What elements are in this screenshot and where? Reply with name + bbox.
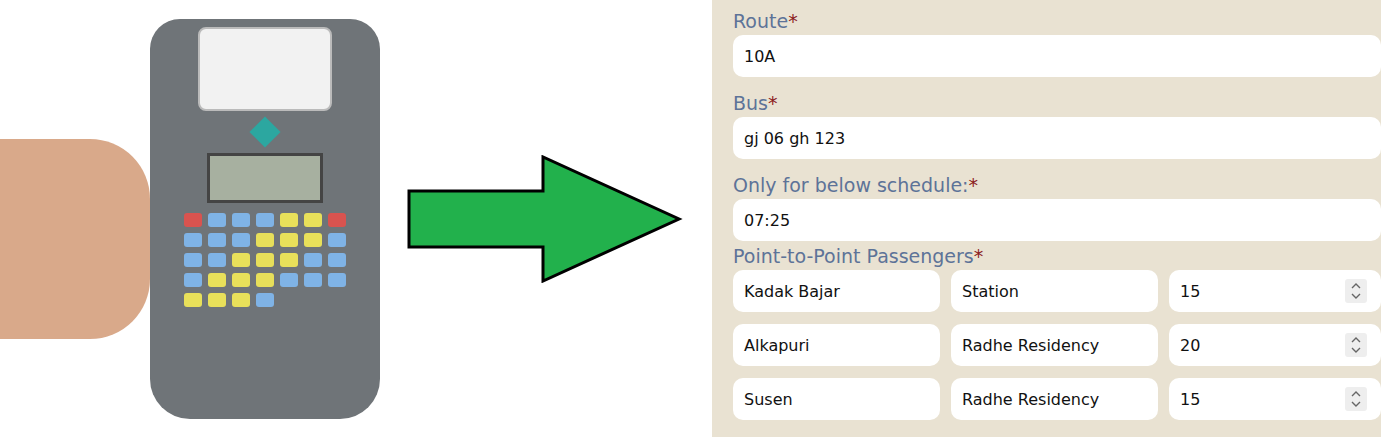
ticket-machine (150, 19, 380, 419)
passenger-row: Susen Radhe Residency 15 (733, 378, 1381, 420)
field-label: Bus* (733, 90, 1381, 117)
key (232, 253, 250, 267)
key (256, 293, 274, 307)
key (280, 273, 298, 287)
key (184, 233, 202, 247)
from-field[interactable]: Kadak Bajar (733, 270, 940, 312)
key (232, 273, 250, 287)
field-label: Point-to-Point Passengers* (733, 243, 1381, 270)
key (184, 273, 202, 287)
count-field[interactable]: 20 (1169, 324, 1381, 366)
text-field[interactable]: 10A (733, 35, 1381, 77)
count-field[interactable]: 15 (1169, 378, 1381, 420)
to-field[interactable]: Radhe Residency (951, 378, 1158, 420)
key (280, 213, 298, 227)
text-field[interactable]: gj 06 gh 123 (733, 117, 1381, 159)
key (328, 253, 346, 267)
key (328, 273, 346, 287)
page: Route*10A Bus*gj 06 gh 123 Only for below … (0, 0, 1381, 437)
spinner-icon[interactable] (1345, 333, 1367, 357)
key (280, 233, 298, 247)
field-label: Route* (733, 8, 1381, 35)
key (184, 213, 202, 227)
key (208, 273, 226, 287)
key (184, 253, 202, 267)
to-field[interactable]: Radhe Residency (951, 324, 1158, 366)
key (208, 253, 226, 267)
passenger-row: Kadak Bajar Station 15 (733, 270, 1381, 312)
required-mark: * (974, 245, 984, 267)
from-field[interactable]: Susen (733, 378, 940, 420)
receipt-paper (198, 27, 332, 111)
key (256, 253, 274, 267)
key (184, 293, 202, 307)
form-group: Bus*gj 06 gh 123 (733, 90, 1381, 159)
from-field[interactable]: Alkapuri (733, 324, 940, 366)
count-field[interactable]: 15 (1169, 270, 1381, 312)
passenger-list: Kadak Bajar Station 15 Alkapuri Radhe Reside… (733, 270, 1381, 420)
arrow-icon (407, 155, 683, 283)
key (232, 213, 250, 227)
key (280, 253, 298, 267)
key (256, 213, 274, 227)
key (304, 253, 322, 267)
key (304, 213, 322, 227)
key (232, 293, 250, 307)
required-mark: * (788, 10, 798, 32)
key (256, 273, 274, 287)
key (304, 273, 322, 287)
key (208, 213, 226, 227)
required-mark: * (768, 92, 778, 114)
form-group: Only for below schedule:*07:25 (733, 172, 1381, 241)
key (232, 233, 250, 247)
device-screen (207, 153, 323, 203)
key (328, 233, 346, 247)
form-group: Route*10A (733, 8, 1381, 77)
form-panel: Route*10A Bus*gj 06 gh 123 Only for below … (712, 0, 1381, 437)
illustration (0, 0, 712, 437)
text-field[interactable]: 07:25 (733, 199, 1381, 241)
spinner-icon[interactable] (1345, 387, 1367, 411)
key (208, 233, 226, 247)
required-mark: * (969, 174, 979, 196)
passenger-row: Alkapuri Radhe Residency 20 (733, 324, 1381, 366)
spinner-icon[interactable] (1345, 279, 1367, 303)
hand (0, 139, 150, 339)
key (256, 233, 274, 247)
key (304, 233, 322, 247)
key (328, 213, 346, 227)
to-field[interactable]: Station (951, 270, 1158, 312)
diamond-icon (249, 116, 280, 147)
key (208, 293, 226, 307)
field-label: Only for below schedule:* (733, 172, 1381, 199)
keypad (184, 213, 346, 307)
ticket-machine-photo (0, 0, 405, 437)
